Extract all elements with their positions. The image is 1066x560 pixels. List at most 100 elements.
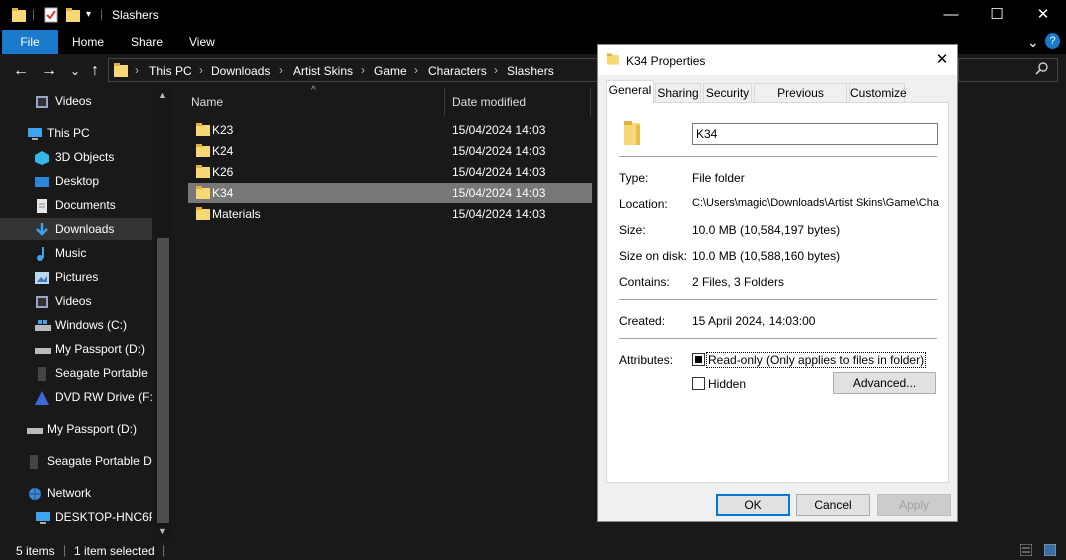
column-header-name[interactable]: Name	[191, 95, 223, 109]
back-button[interactable]: ←	[12, 62, 30, 80]
scrollbar-thumb[interactable]	[157, 238, 169, 523]
hidden-label[interactable]: Hidden	[708, 377, 746, 391]
read-only-checkbox[interactable]	[692, 353, 705, 366]
sidebar-item-documents[interactable]: Documents	[0, 194, 152, 216]
navigation-pane: Videos This PC 3D Objects Desktop Docume…	[0, 88, 172, 540]
search-input[interactable]	[958, 58, 1058, 82]
sidebar-item-my-passport-root[interactable]: My Passport (D:)	[0, 418, 152, 440]
tab-general[interactable]: General	[606, 80, 654, 104]
folder-name-input[interactable]: K34	[692, 123, 938, 145]
file-row-k24[interactable]: K24 15/04/2024 14:03	[188, 141, 592, 161]
tab-share[interactable]: Share	[131, 30, 163, 54]
cancel-button[interactable]: Cancel	[796, 494, 870, 516]
dvd-drive-icon	[35, 390, 49, 405]
minimize-button[interactable]: —	[928, 0, 974, 30]
breadcrumb-slashers[interactable]: Slashers	[507, 64, 554, 78]
file-row-k23[interactable]: K23 15/04/2024 14:03	[188, 120, 592, 140]
sidebar-item-desktop-pc[interactable]: DESKTOP-HNC6PR	[0, 506, 152, 528]
file-row-materials[interactable]: Materials 15/04/2024 14:03	[188, 204, 592, 224]
sidebar-item-my-passport[interactable]: My Passport (D:)	[0, 338, 152, 360]
folder-icon[interactable]	[12, 7, 26, 23]
breadcrumb-game[interactable]: Game	[374, 64, 407, 78]
created-value: 15 April 2024, 14:03:00	[692, 314, 816, 328]
sidebar-item-network[interactable]: Network	[0, 482, 152, 504]
tab-security[interactable]: Security	[703, 83, 752, 103]
sidebar-item-3d-objects[interactable]: 3D Objects	[0, 146, 152, 168]
sort-ascending-icon: ^	[311, 85, 316, 96]
up-button[interactable]: ↑	[86, 62, 104, 80]
type-value: File folder	[692, 171, 745, 185]
breadcrumb-separator: ›	[494, 63, 498, 77]
details-view-icon[interactable]	[1019, 543, 1033, 559]
tab-home[interactable]: Home	[72, 30, 104, 54]
column-divider[interactable]	[590, 88, 591, 116]
tab-view[interactable]: View	[189, 30, 215, 54]
advanced-button[interactable]: Advanced...	[833, 372, 936, 394]
documents-icon	[35, 198, 49, 213]
file-row-k26[interactable]: K26 15/04/2024 14:03	[188, 162, 592, 182]
size-label: Size:	[619, 223, 646, 237]
videos-icon	[35, 94, 49, 108]
network-icon	[27, 486, 41, 500]
size-value: 10.0 MB (10,584,197 bytes)	[692, 223, 841, 237]
folder-icon	[196, 123, 210, 136]
column-header-date[interactable]: Date modified	[452, 95, 526, 109]
sidebar-item-dvd-drive[interactable]: DVD RW Drive (F:)	[0, 386, 152, 408]
dialog-close-button[interactable]: ✕	[933, 51, 951, 69]
tab-sharing[interactable]: Sharing	[655, 83, 701, 103]
breadcrumb-artist-skins[interactable]: Artist Skins	[293, 64, 353, 78]
sidebar-item-downloads[interactable]: Downloads	[0, 218, 152, 240]
read-only-label[interactable]: Read-only (Only applies to files in fold…	[705, 352, 927, 368]
breadcrumb-this-pc[interactable]: This PC	[149, 64, 192, 78]
apply-button[interactable]: Apply	[877, 494, 951, 516]
sidebar-item-desktop[interactable]: Desktop	[0, 170, 152, 192]
breadcrumb-separator: ›	[135, 63, 139, 77]
close-button[interactable]: ✕	[1020, 0, 1066, 30]
sidebar-item-seagate[interactable]: Seagate Portable D	[0, 362, 152, 384]
portable-drive-icon	[29, 454, 43, 469]
customize-toolbar-icon[interactable]: ▾	[86, 9, 91, 25]
folder-large-icon	[622, 119, 642, 150]
tab-customize[interactable]: Customize	[849, 83, 907, 103]
ok-button[interactable]: OK	[716, 494, 790, 516]
sidebar-item-this-pc[interactable]: This PC	[0, 122, 152, 144]
breadcrumb-downloads[interactable]: Downloads	[211, 64, 270, 78]
scroll-up-icon[interactable]: ▲	[158, 90, 167, 100]
forward-button[interactable]: →	[40, 62, 58, 80]
large-icons-view-icon[interactable]	[1043, 543, 1057, 559]
scroll-down-icon[interactable]: ▼	[158, 526, 167, 536]
location-value[interactable]: C:\Users\magic\Downloads\Artist Skins\Ga…	[692, 197, 940, 209]
properties-icon[interactable]	[44, 7, 58, 23]
dialog-title-bar[interactable]: K34 Properties ✕	[598, 45, 957, 75]
status-bar: 5 items | 1 item selected |	[0, 540, 1066, 560]
sidebar-item-seagate-root[interactable]: Seagate Portable Dri	[0, 450, 152, 472]
window-title: Slashers	[112, 8, 159, 22]
new-folder-icon[interactable]	[66, 7, 80, 23]
general-tab-panel: K34 Type: File folder Location: C:\Users…	[606, 102, 949, 483]
expand-ribbon-icon[interactable]: ⌄	[1027, 30, 1039, 54]
sidebar-item-music[interactable]: Music	[0, 242, 152, 264]
this-pc-icon	[27, 126, 42, 140]
column-divider[interactable]	[444, 88, 445, 116]
sidebar-item-windows-c[interactable]: Windows (C:)	[0, 314, 152, 336]
breadcrumb-separator: ›	[279, 63, 283, 77]
dialog-title: K34 Properties	[626, 54, 706, 68]
tab-previous-versions[interactable]: Previous Versions	[754, 83, 847, 119]
maximize-button[interactable]: ☐	[974, 0, 1020, 30]
music-icon	[35, 246, 49, 261]
hidden-checkbox[interactable]	[692, 377, 705, 390]
attributes-label: Attributes:	[619, 353, 674, 367]
tab-file[interactable]: File	[2, 30, 58, 54]
windows-drive-icon	[35, 318, 51, 332]
sidebar-item-videos[interactable]: Videos	[0, 90, 152, 112]
breadcrumb-separator: ›	[361, 63, 365, 77]
sidebar-item-pictures[interactable]: Pictures	[0, 266, 152, 288]
help-icon[interactable]: ?	[1045, 33, 1060, 49]
recent-locations-button[interactable]: ⌄	[66, 62, 84, 80]
sidebar-item-videos[interactable]: Videos	[0, 290, 152, 312]
downloads-icon	[35, 222, 49, 236]
file-row-k34[interactable]: K34 15/04/2024 14:03	[188, 183, 592, 203]
breadcrumb-characters[interactable]: Characters	[428, 64, 487, 78]
navigation-scrollbar[interactable]: ▲ ▼	[154, 88, 172, 540]
type-label: Type:	[619, 171, 649, 185]
